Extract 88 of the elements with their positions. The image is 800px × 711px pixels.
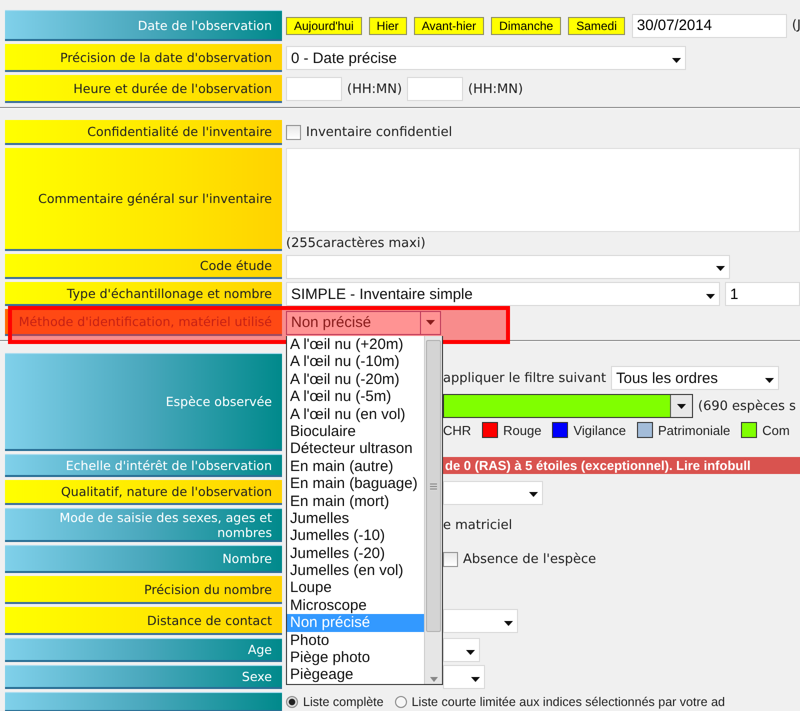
dropdown-option[interactable]: Piège photo — [287, 649, 424, 666]
field-label: Heure et durée de l'observation — [5, 75, 282, 103]
radio-button[interactable] — [394, 696, 407, 708]
radio-button[interactable] — [286, 696, 298, 708]
dropdown[interactable] — [443, 638, 480, 662]
dropdown-option[interactable]: Détecteur ultrason — [287, 440, 424, 458]
checkbox-label: Absence de l'espèce — [463, 552, 596, 566]
legend-label: Patrimoniale — [658, 422, 730, 438]
field-note: (690 espèces s — [698, 398, 796, 414]
field-note: appliquer le filtre suivant — [443, 370, 606, 386]
field-label: Précision du nombre — [5, 576, 282, 604]
dropdown-option[interactable]: En main (mort) — [287, 492, 424, 510]
dropdown-option[interactable]: A l'œil nu (+20m) — [287, 336, 424, 354]
caret-icon — [672, 58, 681, 62]
radio-label: Liste courte limitée aux indices sélectionnés par votre ad — [412, 695, 725, 709]
checkbox[interactable] — [286, 125, 301, 140]
field-label: Qualitatif, nature de l'observation — [5, 480, 282, 505]
date-shortcut-button[interactable]: Dimanche — [491, 16, 562, 34]
caret-icon — [677, 404, 686, 408]
dropdown-option[interactable]: Jumelles (-20) — [287, 544, 424, 562]
caret-icon — [706, 294, 715, 298]
info-banner: de 0 (RAS) à 5 étoiles (exceptionnel). Lire infobull — [443, 457, 800, 474]
field-label: Commentaire général sur l'inventaire — [5, 148, 282, 251]
dropdown-option[interactable]: A l'œil nu (-5m) — [287, 388, 424, 406]
field-label: Code étude — [5, 254, 282, 279]
dropdown[interactable]: 0 - Date précise — [286, 46, 686, 70]
caret-icon — [765, 378, 774, 382]
date-shortcut-button[interactable]: Avant-hier — [414, 16, 484, 34]
field-label: Nombre — [5, 545, 282, 573]
input-field[interactable]: 1 — [725, 282, 800, 306]
checkbox-label: Inventaire confidentiel — [306, 125, 452, 140]
comment-field[interactable] — [286, 148, 800, 232]
caret-icon — [466, 650, 475, 654]
dropdown-option[interactable]: Jumelles — [287, 510, 424, 528]
field-note: (J — [792, 18, 800, 33]
dropdown-option[interactable]: A l'œil nu (-20m) — [287, 370, 424, 388]
caret-icon — [471, 676, 480, 682]
field-label: Echelle d'intérêt de l'observation — [5, 454, 282, 477]
dropdown-option[interactable]: Bioculaire — [287, 422, 424, 440]
field-label: Espèce observée — [5, 353, 282, 451]
date-shortcut-button[interactable]: Hier — [368, 16, 407, 34]
caret-icon — [529, 492, 538, 497]
species-dropdown[interactable] — [443, 394, 693, 418]
dropdown-option[interactable]: Photo — [287, 632, 424, 650]
field-label: Date de l'observation — [5, 10, 282, 41]
dropdown-option[interactable]: Jumelles (-10) — [287, 527, 424, 545]
scrollbar[interactable] — [424, 336, 442, 684]
field-label: Sexe — [5, 665, 282, 689]
field-label: Distance de contact — [5, 607, 282, 635]
dropdown[interactable]: SIMPLE - Inventaire simple — [286, 282, 720, 306]
date-shortcut-button[interactable]: Samedi — [568, 16, 625, 34]
dropdown[interactable] — [443, 665, 485, 689]
field-label: Précision de la date d'observation — [5, 44, 282, 72]
field-note: e matriciel — [443, 518, 512, 532]
dropdown-option[interactable]: Loupe — [287, 579, 424, 597]
grip-icon — [430, 482, 437, 490]
input-field[interactable] — [407, 77, 464, 101]
dropdown[interactable]: Tous les ordres — [611, 366, 780, 390]
legend-label: Rouge — [503, 422, 542, 438]
dropdown-option[interactable]: En main (baguage) — [287, 475, 424, 493]
caret-icon — [716, 266, 725, 271]
field-label: Confidentialité de l'inventaire — [5, 120, 282, 145]
scroll-down-icon[interactable] — [430, 676, 438, 682]
scrollbar-thumb[interactable] — [426, 340, 441, 632]
legend-label: CHR — [443, 422, 472, 438]
dropdown-option[interactable]: A l'œil nu (en vol) — [287, 406, 424, 423]
field-note: (HH:MN) — [347, 82, 402, 96]
legend-label: Com — [762, 422, 790, 438]
dropdown[interactable]: Non précisé — [286, 310, 441, 334]
input-field[interactable]: 30/07/2014 — [632, 14, 787, 38]
dropdown-option[interactable]: Jumelles (en vol) — [287, 562, 424, 580]
input-field[interactable] — [286, 77, 342, 101]
radio-label: Liste complète — [303, 695, 384, 709]
dropdown-option[interactable]: Piègeage — [287, 666, 424, 684]
checkbox[interactable] — [443, 552, 458, 566]
field-label: Méthode d'identification, matériel utilisé — [5, 309, 282, 336]
date-shortcut-button[interactable]: Aujourd'hui — [286, 16, 362, 34]
legend-label: Vigilance — [573, 422, 626, 438]
dropdown-option[interactable]: Microscope — [287, 596, 424, 614]
field-label: Mode de saisie des sexes, ages et nombres — [5, 508, 282, 542]
field-label: Type d'échantillonage et nombre — [5, 282, 282, 306]
field-note: (255caractères maxi) — [286, 236, 426, 251]
field-label: Age — [5, 638, 282, 662]
caret-icon — [504, 620, 513, 626]
dropdown-option[interactable]: A l'œil nu (-10m) — [287, 353, 424, 371]
field-note: (HH:MN) — [468, 82, 524, 96]
caret-icon — [426, 320, 435, 325]
dropdown-option[interactable]: En main (autre) — [287, 458, 424, 476]
